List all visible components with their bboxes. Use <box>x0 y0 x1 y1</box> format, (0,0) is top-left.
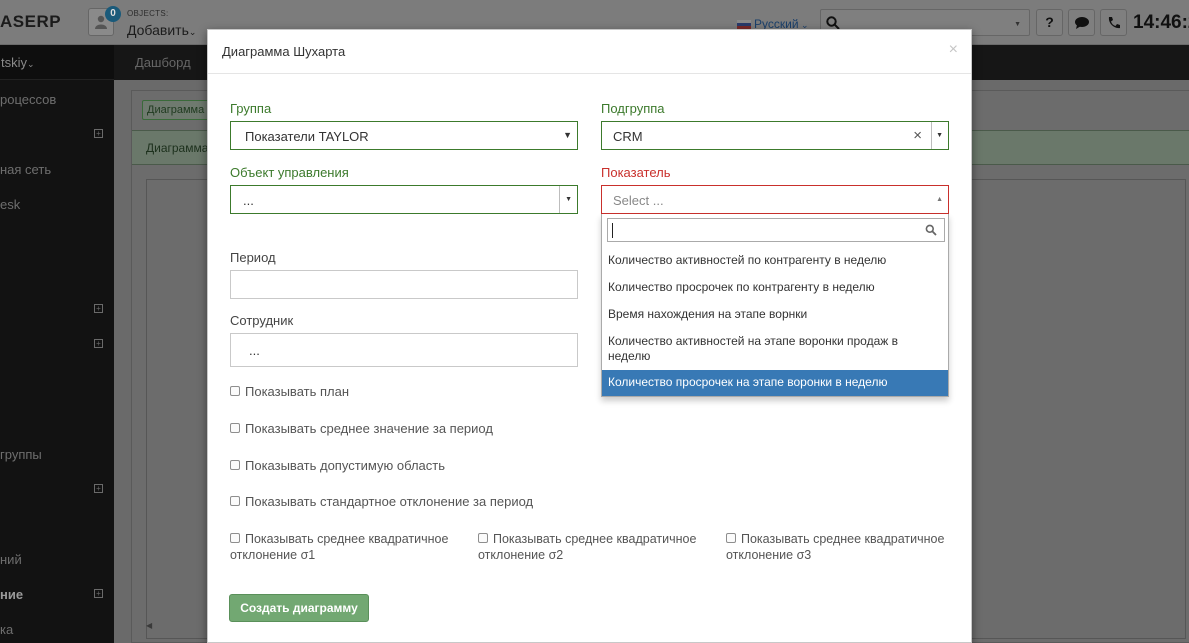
checkbox-label: Показывать стандартное отклонение за пер… <box>245 494 534 509</box>
period-label: Период <box>230 250 276 265</box>
subgroup-select[interactable]: CRM × ▼ <box>601 121 949 150</box>
checkbox[interactable] <box>230 496 240 506</box>
breadcrumb[interactable]: Диаграмма <box>142 100 212 120</box>
chevron-down-icon: ⌄ <box>27 59 35 69</box>
checkbox-label-line2: отклонение σ1 <box>230 548 316 562</box>
expand-icon[interactable]: + <box>94 304 103 313</box>
chevron-down-icon: ⌄ <box>188 27 197 37</box>
shewhart-chart-modal: Диаграмма Шухарта × Группа Показатели TA… <box>207 29 972 643</box>
brand-logo[interactable]: ASERP <box>0 12 61 32</box>
dropdown-option[interactable]: Количество просрочек по контрагенту в не… <box>602 280 948 295</box>
notification-badge: 0 <box>105 6 121 22</box>
sidebar-item-b[interactable]: ние <box>0 587 23 602</box>
checkbox-label: Показывать среднее квадратичное <box>493 532 697 546</box>
checkbox[interactable] <box>230 533 240 543</box>
checkbox[interactable] <box>726 533 736 543</box>
checkbox-show-allowed-area[interactable]: Показывать допустимую область <box>230 458 445 473</box>
panel-title: Диаграмма <box>146 141 209 155</box>
objects-label: OBJECTS: <box>127 9 169 18</box>
create-chart-button[interactable]: Создать диаграмму <box>229 594 369 622</box>
sidebar-item-processes[interactable]: роцессов <box>0 92 56 107</box>
sidebar-item-groups[interactable]: группы <box>0 447 42 462</box>
dropdown-option[interactable]: Время нахождения на этапе ворнки <box>602 307 948 322</box>
sidebar-item-a[interactable]: ний <box>0 552 22 567</box>
expand-icon[interactable]: + <box>94 129 103 138</box>
indicator-placeholder: Select ... <box>613 193 664 208</box>
checkbox-show-plan[interactable]: Показывать план <box>230 384 349 399</box>
employee-value: ... <box>249 343 260 358</box>
checkbox-label: Показывать среднее квадратичное <box>245 532 449 546</box>
sidebar: tskiy⌄ роцессов + ная сеть esk + + групп… <box>0 45 114 643</box>
group-label: Группа <box>230 101 272 116</box>
employee-select[interactable]: ... <box>230 333 578 367</box>
checkbox-label: Показывать среднее квадратичное <box>741 532 945 546</box>
period-input[interactable] <box>230 270 578 299</box>
modal-title: Диаграмма Шухарта <box>222 44 346 59</box>
dropdown-option[interactable]: Количество активностей на этапе воронки … <box>602 334 948 364</box>
employee-label: Сотрудник <box>230 313 294 328</box>
indicator-label: Показатель <box>601 165 671 180</box>
checkbox-label: Показывать допустимую область <box>245 458 445 473</box>
checkbox[interactable] <box>230 386 240 396</box>
add-dropdown[interactable]: Добавить⌄ <box>127 22 196 38</box>
caret-down-icon: ▼ <box>563 130 572 140</box>
checkbox-sigma-3[interactable]: Показывать среднее квадратичное отклонен… <box>726 531 944 563</box>
objects-user-button[interactable]: 0 <box>88 6 121 36</box>
dropdown-option[interactable]: Количество активностей по контрагенту в … <box>602 253 948 268</box>
clock: 14:46:2 <box>1133 12 1189 33</box>
caret-down-icon[interactable]: ▼ <box>936 132 943 139</box>
checkbox-label-line2: отклонение σ2 <box>478 548 564 562</box>
add-label: Добавить <box>127 22 189 38</box>
dropdown-option-highlighted[interactable]: Количество просрочек на этапе воронки в … <box>602 370 948 396</box>
group-select[interactable]: Показатели TAYLOR ▼ <box>230 121 578 150</box>
caret-up-icon: ▲ <box>936 196 943 203</box>
checkbox-label-line2: отклонение σ3 <box>726 548 812 562</box>
nav-dashboard[interactable]: Дашборд <box>135 55 191 70</box>
select-divider <box>559 186 560 213</box>
expand-icon[interactable]: + <box>94 339 103 348</box>
phone-icon <box>1108 17 1120 29</box>
indicator-select[interactable]: Select ... ▲ <box>601 185 949 214</box>
modal-header: Диаграмма Шухарта × <box>208 30 971 74</box>
checkbox-sigma-2[interactable]: Показывать среднее квадратичное отклонен… <box>478 531 696 563</box>
checkbox-show-std-deviation[interactable]: Показывать стандартное отклонение за пер… <box>230 494 533 509</box>
dropdown-search-input[interactable] <box>607 218 945 242</box>
caret-down-icon: ▼ <box>1014 21 1021 28</box>
checkbox-label: Показывать среднее значение за период <box>245 421 493 436</box>
sidebar-item-c[interactable]: ка <box>0 622 13 637</box>
object-label: Объект управления <box>230 165 349 180</box>
expand-icon[interactable]: + <box>94 589 103 598</box>
chat-icon <box>1074 17 1089 29</box>
checkbox-label: Показывать план <box>245 384 350 399</box>
chat-button[interactable] <box>1068 9 1095 36</box>
search-icon <box>826 16 840 30</box>
sidebar-user-name: tskiy <box>1 55 27 70</box>
checkbox[interactable] <box>230 423 240 433</box>
expand-icon[interactable]: + <box>94 484 103 493</box>
object-value: ... <box>243 193 254 208</box>
sidebar-item-desk[interactable]: esk <box>0 197 20 212</box>
sidebar-item-network[interactable]: ная сеть <box>0 162 51 177</box>
clear-icon[interactable]: × <box>913 127 922 144</box>
checkbox-show-average[interactable]: Показывать среднее значение за период <box>230 421 493 436</box>
close-icon[interactable]: × <box>949 41 958 59</box>
checkbox-sigma-1[interactable]: Показывать среднее квадратичное отклонен… <box>230 531 448 563</box>
phone-button[interactable] <box>1100 9 1127 36</box>
select-divider <box>931 122 932 149</box>
search-icon <box>925 224 937 236</box>
checkbox[interactable] <box>478 533 488 543</box>
flag-icon <box>737 20 751 29</box>
help-button[interactable]: ? <box>1036 9 1063 36</box>
group-value: Показатели TAYLOR <box>245 129 369 144</box>
subgroup-value: CRM <box>613 129 643 144</box>
caret-down-icon[interactable]: ▼ <box>565 196 572 203</box>
object-select[interactable]: ... ▼ <box>230 185 578 214</box>
text-cursor <box>612 223 613 238</box>
subgroup-label: Подгруппа <box>601 101 665 116</box>
sidebar-user-menu[interactable]: tskiy⌄ <box>0 45 114 80</box>
checkbox[interactable] <box>230 460 240 470</box>
indicator-dropdown: Количество активностей по контрагенту в … <box>601 214 949 397</box>
scroll-left-icon[interactable]: ◀ <box>146 621 152 630</box>
